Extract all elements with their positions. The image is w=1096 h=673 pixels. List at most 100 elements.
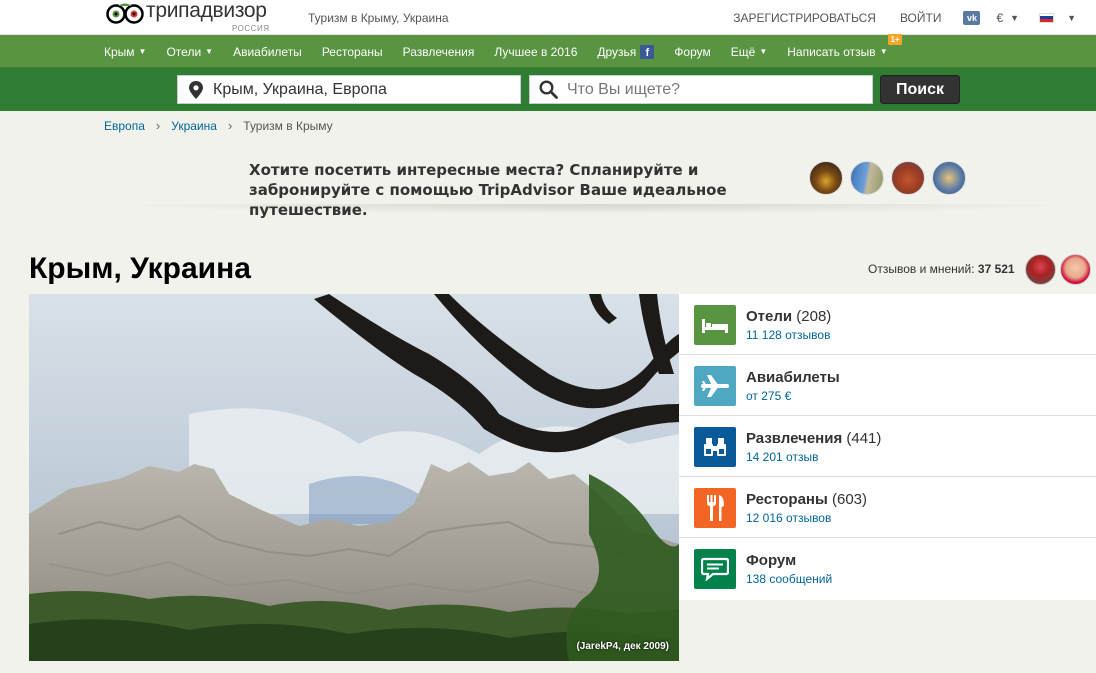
nav-label: Развлечения bbox=[402, 44, 475, 59]
avatar bbox=[1060, 254, 1091, 285]
promo-banner: Хотите посетить интересные места? Сплани… bbox=[0, 148, 1096, 219]
tripadvisor-logo[interactable]: трипадвизор РОССИЯ bbox=[106, 0, 281, 35]
category-attractions[interactable]: Развлечения (441) 14 201 отзыв bbox=[679, 416, 1096, 477]
nav-item-write-review[interactable]: Написать отзыв ▼ 1+ bbox=[787, 33, 902, 59]
category-restaurants[interactable]: Рестораны (603) 12 016 отзывов bbox=[679, 477, 1096, 538]
reviews-number: 37 521 bbox=[977, 262, 1015, 276]
reviews-label: Отзывов и мнений: bbox=[868, 262, 975, 276]
category-name: Рестораны bbox=[746, 491, 828, 508]
category-list-footer bbox=[679, 600, 1096, 661]
breadcrumb-separator: › bbox=[155, 118, 161, 133]
new-badge: 1+ bbox=[888, 33, 902, 45]
register-link[interactable]: ЗАРЕГИСТРИРОВАТЬСЯ bbox=[725, 11, 884, 25]
currency-selector[interactable]: € ▼ bbox=[996, 11, 1019, 25]
location-input[interactable] bbox=[213, 80, 520, 99]
category-subtitle[interactable]: от 275 € bbox=[746, 389, 840, 403]
breadcrumb-europe[interactable]: Европа bbox=[104, 119, 145, 133]
fork-knife-icon bbox=[694, 488, 736, 528]
category-list: Отели (208) 11 128 отзывов Авиабилеты от… bbox=[679, 294, 1096, 600]
logo-subtitle: РОССИЯ bbox=[232, 24, 270, 33]
top-bar: трипадвизор РОССИЯ Туризм в Крыму, Украи… bbox=[0, 0, 1096, 35]
nav-item-best-2016[interactable]: Лучшее в 2016 bbox=[494, 45, 577, 59]
nav-item-more[interactable]: Ещё ▼ bbox=[731, 45, 767, 59]
chevron-down-icon: ▼ bbox=[1067, 12, 1076, 23]
search-bar: Поиск bbox=[0, 68, 1096, 111]
category-title: Рестораны (603) bbox=[746, 491, 867, 508]
category-name: Форум bbox=[746, 552, 797, 569]
search-icon bbox=[539, 80, 558, 99]
breadcrumb-current: Туризм в Крыму bbox=[243, 118, 333, 133]
page-title: Крым, Украина bbox=[29, 252, 251, 285]
chevron-down-icon: ▼ bbox=[205, 47, 214, 56]
category-title: Авиабилеты bbox=[746, 369, 840, 386]
account-controls: ЗАРЕГИСТРИРОВАТЬСЯ ВОЙТИ vk € ▼ ▼ bbox=[725, 0, 1096, 35]
query-field[interactable] bbox=[529, 75, 873, 104]
airplane-icon bbox=[694, 366, 736, 406]
traveler-avatars bbox=[809, 161, 973, 195]
avatar bbox=[1025, 254, 1056, 285]
avatar bbox=[809, 161, 843, 195]
nav-label: Форум bbox=[674, 44, 711, 59]
avatar bbox=[932, 161, 966, 195]
avatar bbox=[850, 161, 884, 195]
owl-eyes-icon bbox=[106, 3, 144, 24]
nav-label: Ещё bbox=[730, 44, 756, 59]
nav-item-hotels[interactable]: Отели ▼ bbox=[166, 45, 213, 59]
currency-value: € bbox=[996, 10, 1004, 25]
category-count: (441) bbox=[846, 430, 882, 447]
nav-item-crimea[interactable]: Крым ▼ bbox=[104, 45, 146, 59]
search-button[interactable]: Поиск bbox=[880, 75, 960, 104]
login-link[interactable]: ВОЙТИ bbox=[892, 11, 950, 25]
map-pin-icon bbox=[189, 80, 203, 99]
category-name: Развлечения bbox=[746, 430, 843, 447]
breadcrumb-separator: › bbox=[227, 118, 233, 133]
category-count: (208) bbox=[796, 308, 832, 325]
category-title: Форум bbox=[746, 552, 832, 569]
mountain-landscape-image bbox=[29, 294, 679, 661]
nav-label: Друзья bbox=[597, 44, 637, 59]
location-field[interactable] bbox=[177, 75, 521, 104]
category-subtitle[interactable]: 138 сообщений bbox=[746, 572, 832, 586]
binoculars-icon bbox=[694, 427, 736, 467]
logo-text: трипадвизор bbox=[146, 0, 267, 22]
nav-item-attractions[interactable]: Развлечения bbox=[403, 45, 475, 59]
category-count: (603) bbox=[831, 491, 868, 508]
breadcrumb: Европа › Украина › Туризм в Крыму bbox=[104, 118, 333, 133]
russia-flag-icon bbox=[1039, 12, 1055, 23]
nav-label: Авиабилеты bbox=[233, 44, 302, 59]
chevron-down-icon: ▼ bbox=[1010, 12, 1020, 23]
nav-item-forum[interactable]: Форум bbox=[674, 45, 710, 59]
category-name: Отели bbox=[746, 308, 793, 325]
chevron-down-icon: ▼ bbox=[138, 47, 147, 56]
nav-item-friends[interactable]: Друзья f bbox=[597, 44, 655, 59]
page-tagline: Туризм в Крыму, Украина bbox=[308, 11, 449, 25]
chevron-down-icon: ▼ bbox=[879, 47, 888, 56]
nav-label: Написать отзыв bbox=[787, 44, 876, 59]
avatar bbox=[891, 161, 925, 195]
nav-item-flights[interactable]: Авиабилеты bbox=[233, 45, 302, 59]
category-title: Развлечения (441) bbox=[746, 430, 881, 447]
hero-photo[interactable]: (JarekP4, дек 2009) bbox=[29, 294, 679, 661]
category-subtitle[interactable]: 12 016 отзывов bbox=[746, 511, 867, 525]
language-selector[interactable]: ▼ bbox=[1039, 12, 1076, 23]
category-subtitle[interactable]: 14 201 отзыв bbox=[746, 450, 881, 464]
category-title: Отели (208) bbox=[746, 308, 831, 325]
nav-label: Крым bbox=[104, 44, 135, 59]
breadcrumb-ukraine[interactable]: Украина bbox=[171, 119, 217, 133]
category-flights[interactable]: Авиабилеты от 275 € bbox=[679, 355, 1096, 416]
category-name: Авиабилеты bbox=[746, 369, 840, 386]
nav-label: Отели bbox=[166, 44, 202, 59]
category-forum[interactable]: Форум 138 сообщений bbox=[679, 538, 1096, 600]
bed-icon bbox=[694, 305, 736, 345]
query-input[interactable] bbox=[567, 80, 872, 99]
nav-label: Рестораны bbox=[321, 44, 383, 59]
chat-icon bbox=[694, 549, 736, 589]
vk-icon[interactable]: vk bbox=[963, 10, 981, 25]
category-hotels[interactable]: Отели (208) 11 128 отзывов bbox=[679, 294, 1096, 355]
promo-divider bbox=[100, 204, 1090, 214]
chevron-down-icon: ▼ bbox=[759, 47, 768, 56]
category-subtitle[interactable]: 11 128 отзывов bbox=[746, 328, 831, 342]
reviews-count: Отзывов и мнений: 37 521 bbox=[868, 262, 1015, 276]
facebook-icon: f bbox=[640, 44, 655, 59]
nav-item-restaurants[interactable]: Рестораны bbox=[322, 45, 383, 59]
